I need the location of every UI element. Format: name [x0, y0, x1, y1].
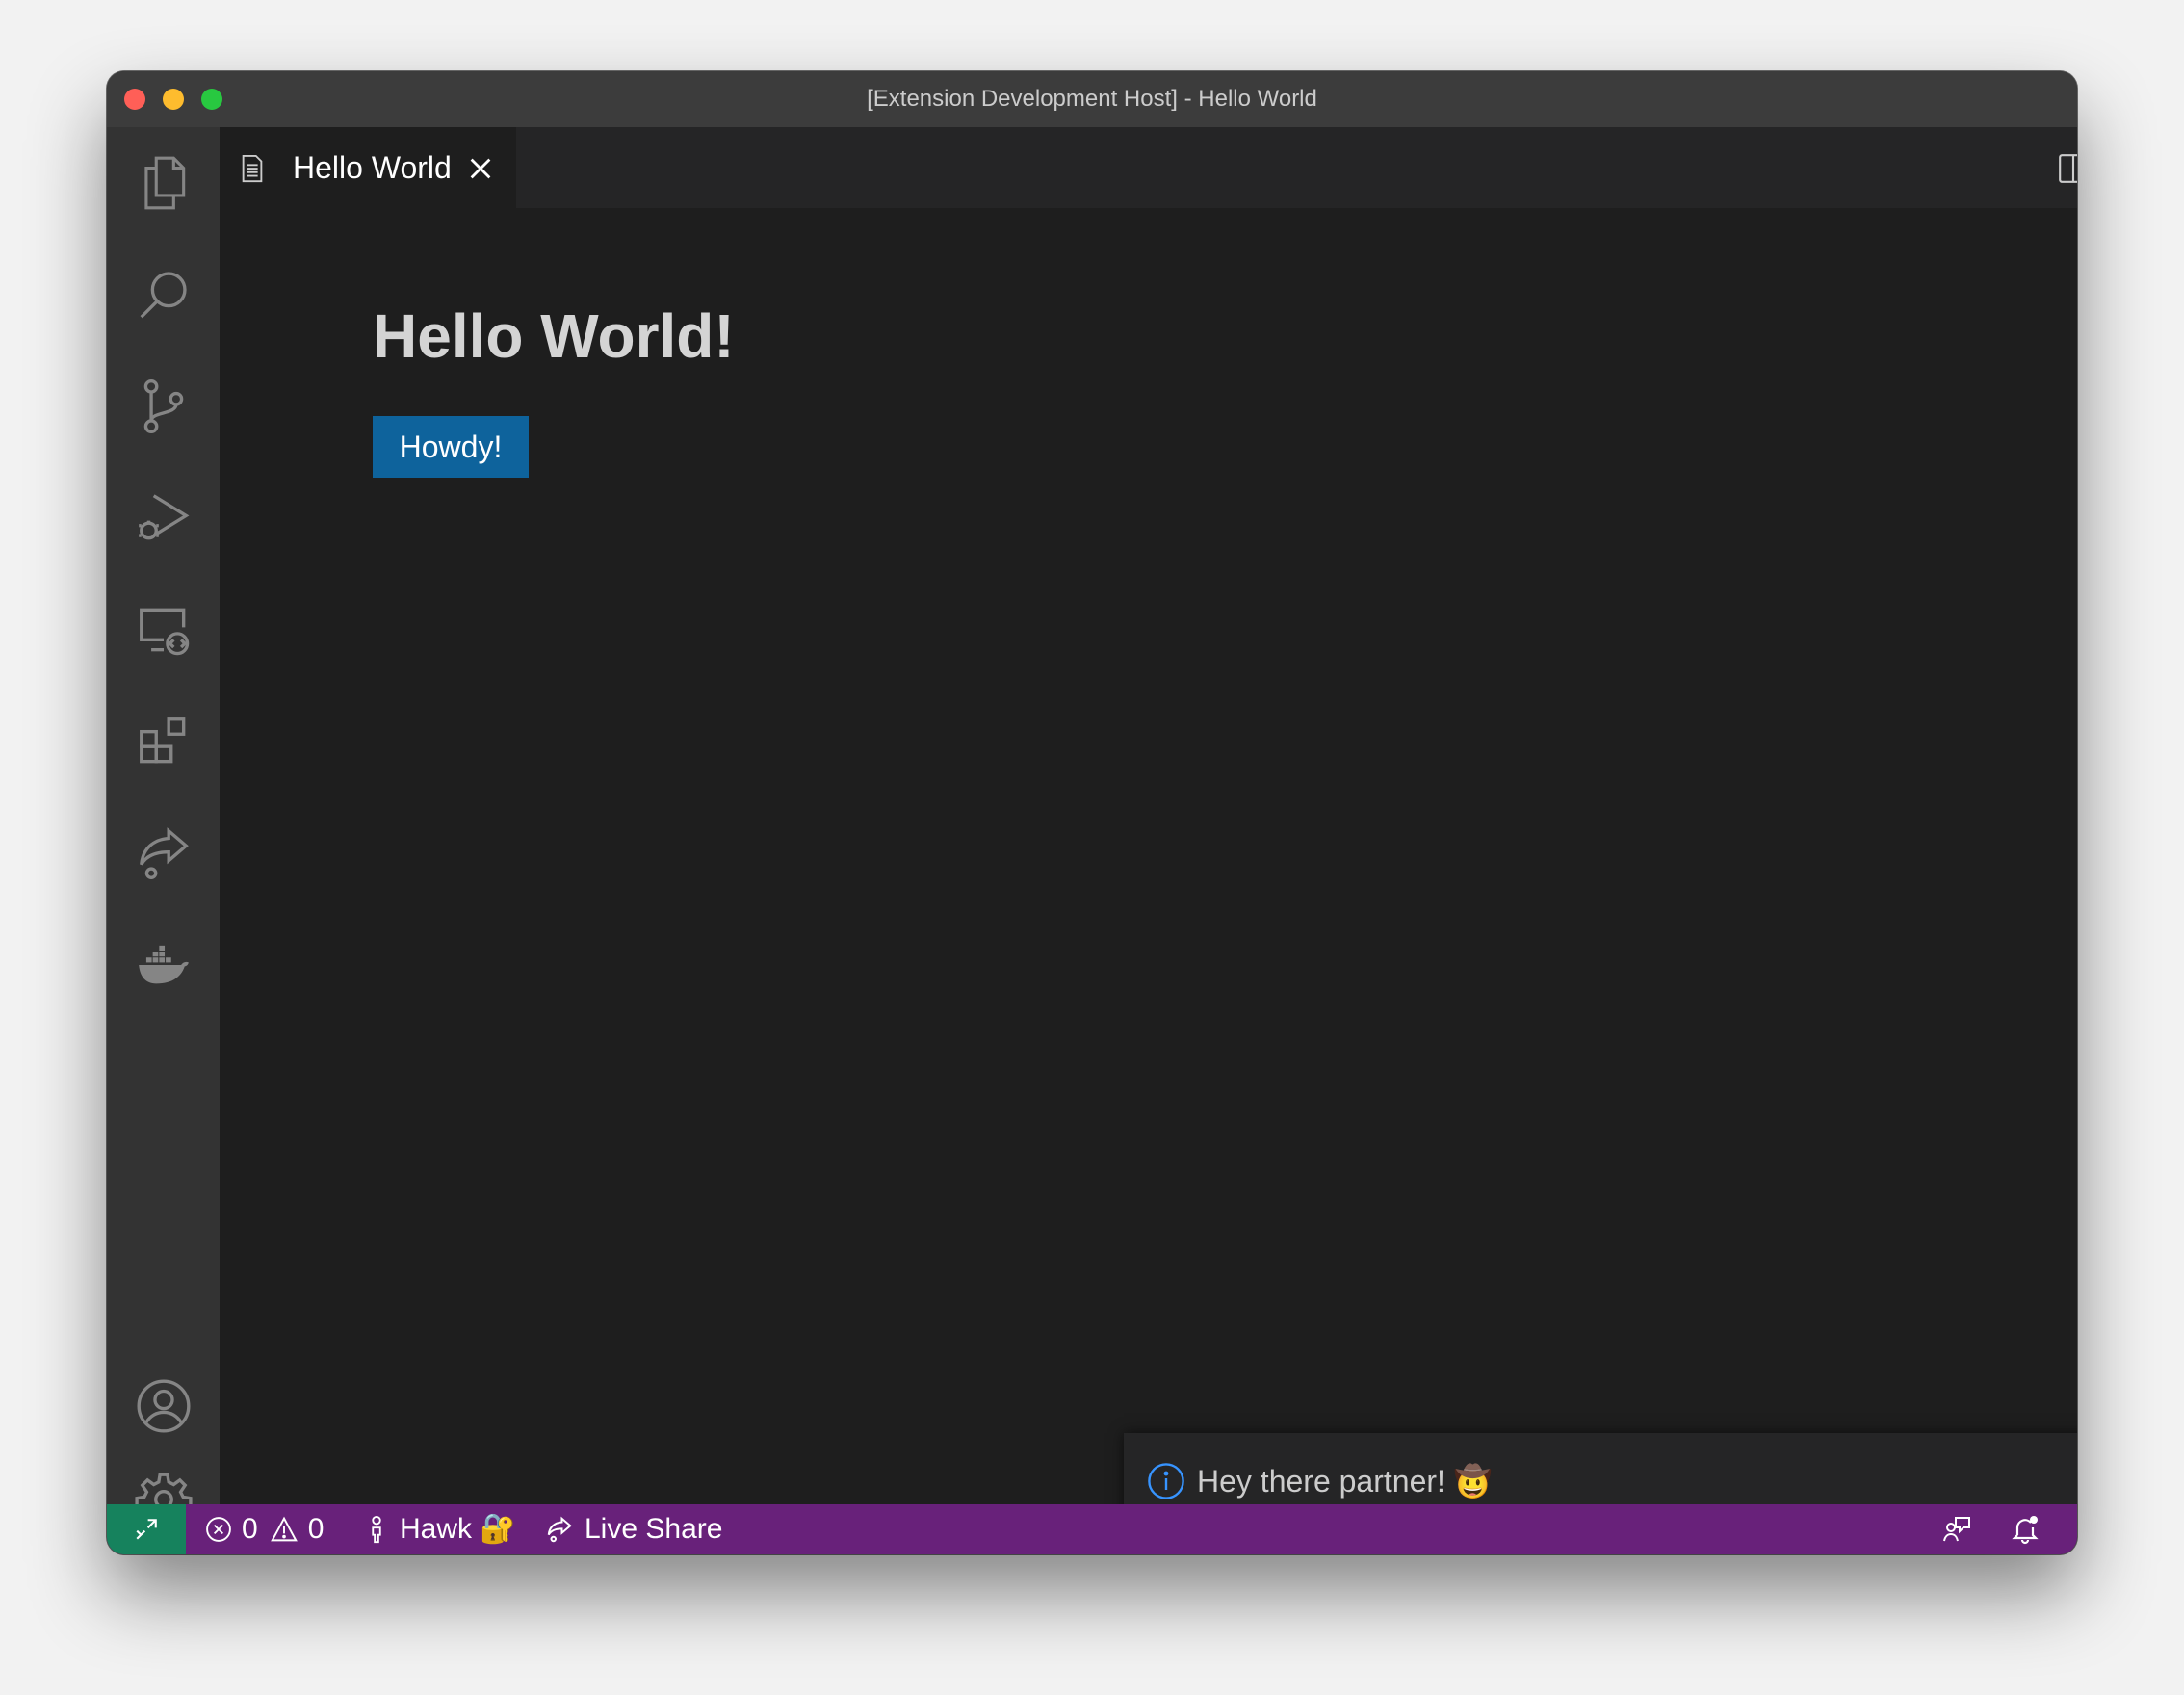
- search-icon: [140, 272, 187, 319]
- split-editor-icon[interactable]: [2057, 152, 2077, 185]
- notifications-bell-icon[interactable]: [2010, 1514, 2041, 1545]
- tab-bar: Hello World: [220, 127, 2077, 208]
- close-window-button[interactable]: [124, 89, 145, 110]
- title-bar: [Extension Development Host] - Hello Wor…: [107, 71, 2077, 127]
- close-icon[interactable]: [466, 154, 495, 183]
- remote-icon: [136, 1519, 157, 1540]
- error-icon: [206, 1517, 231, 1542]
- warning-icon: [270, 1516, 298, 1542]
- account-icon: [136, 1379, 191, 1433]
- vscode-window: [Extension Development Host] - Hello Wor…: [107, 71, 2077, 1554]
- activity-docker[interactable]: [107, 909, 220, 1021]
- source-control-icon: [143, 378, 183, 434]
- remote-indicator[interactable]: [107, 1504, 186, 1554]
- activity-run-debug[interactable]: [107, 462, 220, 574]
- warning-count: 0: [307, 1513, 325, 1545]
- files-icon: [143, 156, 185, 210]
- user-name: Hawk 🔐: [400, 1513, 516, 1545]
- extensions-icon: [139, 717, 185, 764]
- feedback-icon[interactable]: [1940, 1514, 1971, 1545]
- activity-extensions[interactable]: [107, 686, 220, 797]
- tab-hello-world[interactable]: Hello World: [220, 127, 516, 208]
- run-debug-icon: [138, 494, 189, 540]
- live-share-icon: [139, 827, 189, 879]
- editor-area: Hello World Hello World! Howdy! Hey ther…: [220, 127, 2077, 1529]
- live-share-icon: [547, 1516, 572, 1543]
- webview-heading: Hello World!: [373, 301, 735, 371]
- file-icon: [242, 154, 263, 183]
- live-share-label: Live Share: [585, 1513, 723, 1545]
- activity-search[interactable]: [107, 239, 220, 351]
- activity-source-control[interactable]: [107, 351, 220, 462]
- zoom-window-button[interactable]: [201, 89, 222, 110]
- activity-accounts[interactable]: [107, 1350, 220, 1462]
- activity-remote-explorer[interactable]: [107, 574, 220, 686]
- person-icon: [372, 1515, 381, 1544]
- window-title: [Extension Development Host] - Hello Wor…: [867, 86, 1317, 112]
- status-bar: 0 0 Hawk 🔐 Live Share: [107, 1504, 2077, 1554]
- howdy-button[interactable]: Howdy!: [373, 416, 529, 478]
- remote-explorer-icon: [139, 608, 189, 656]
- live-share-status[interactable]: Live Share: [544, 1504, 722, 1554]
- error-count: 0: [242, 1513, 258, 1545]
- info-icon: [1148, 1463, 1184, 1499]
- docker-icon: [138, 945, 189, 984]
- activity-live-share[interactable]: [107, 797, 220, 909]
- activity-explorer[interactable]: [107, 127, 220, 239]
- tab-label: Hello World: [293, 150, 452, 185]
- problems-indicator[interactable]: 0 0: [205, 1504, 324, 1554]
- account-status[interactable]: Hawk 🔐: [367, 1504, 516, 1554]
- minimize-window-button[interactable]: [163, 89, 184, 110]
- activity-bar: [107, 127, 220, 1529]
